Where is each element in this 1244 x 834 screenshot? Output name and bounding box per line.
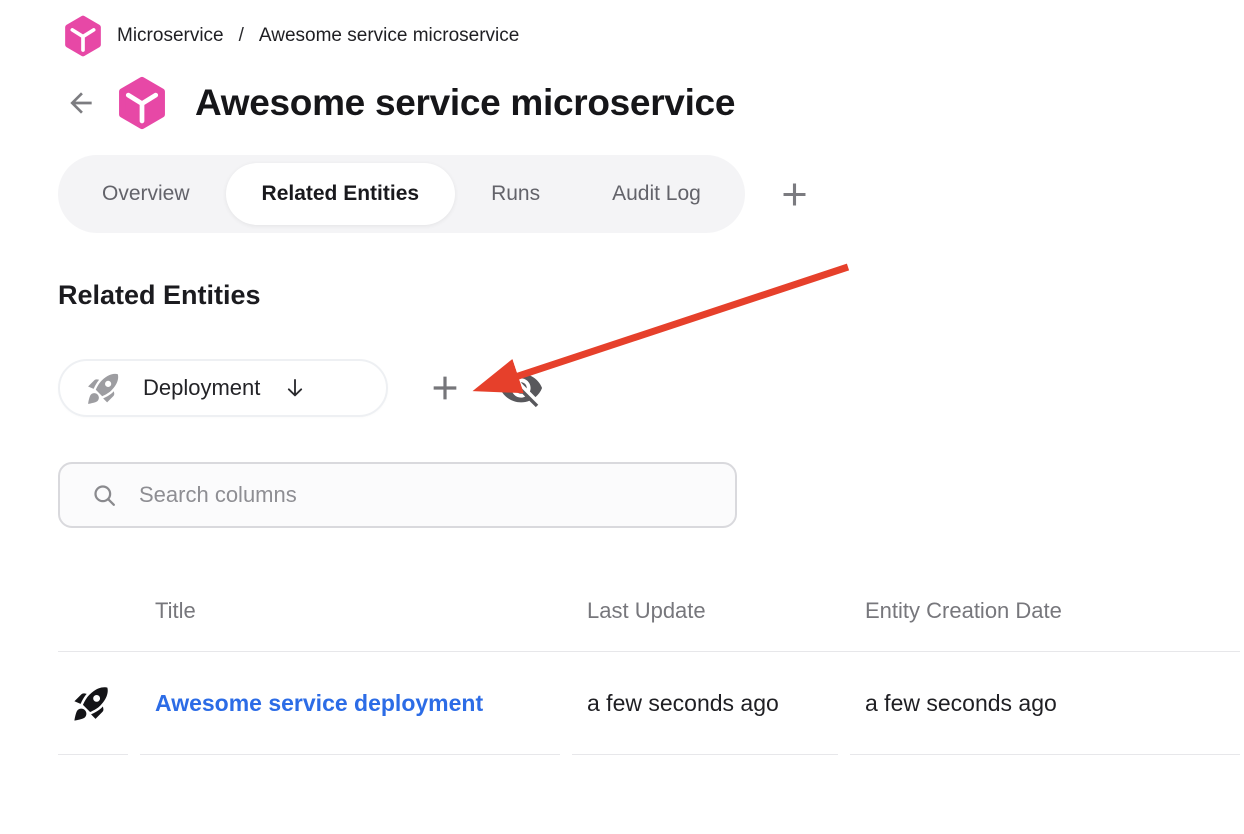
tab-overview[interactable]: Overview [66, 163, 226, 225]
search-columns-input[interactable] [139, 482, 735, 508]
blueprint-filter-label: Deployment [143, 375, 260, 401]
entity-creation-date-value: a few seconds ago [865, 690, 1057, 717]
breadcrumb-item-entity[interactable]: Awesome service microservice [259, 25, 519, 47]
tabs-row: Overview Related Entities Runs Audit Log [58, 155, 813, 233]
row-entity-creation-date-cell: a few seconds ago [850, 652, 1240, 755]
table-row[interactable]: Awesome service deployment a few seconds… [58, 652, 1240, 755]
column-header-entity-creation-date[interactable]: Entity Creation Date [850, 598, 1240, 624]
blueprint-filter-dropdown[interactable]: Deployment [58, 359, 388, 417]
row-icon-cell [58, 652, 128, 755]
search-columns-box [58, 462, 737, 528]
back-button[interactable] [64, 86, 98, 120]
tab-bar: Overview Related Entities Runs Audit Log [58, 155, 745, 233]
page-header: Awesome service microservice [64, 76, 735, 130]
tab-audit-log[interactable]: Audit Log [576, 163, 737, 225]
entity-page: Microservice / Awesome service microserv… [0, 0, 1244, 834]
page-title: Awesome service microservice [195, 82, 735, 124]
eye-off-icon [498, 365, 544, 411]
related-entities-toolbar: Deployment [58, 359, 544, 417]
rocket-icon [85, 370, 122, 407]
search-icon [91, 482, 118, 509]
arrow-down-icon [282, 375, 308, 401]
row-last-update-cell: a few seconds ago [572, 652, 838, 755]
cube-icon [115, 76, 169, 130]
cube-icon [62, 15, 104, 57]
column-header-title[interactable]: Title [140, 598, 560, 624]
arrow-left-icon [65, 87, 97, 119]
section-title: Related Entities [58, 280, 261, 311]
rocket-icon [71, 683, 112, 724]
add-related-entity-button[interactable] [428, 371, 462, 405]
breadcrumb: Microservice / Awesome service microserv… [62, 15, 519, 57]
breadcrumb-separator: / [237, 25, 246, 47]
hide-empty-columns-toggle[interactable] [498, 365, 544, 411]
tab-runs[interactable]: Runs [455, 163, 576, 225]
entity-link[interactable]: Awesome service deployment [155, 690, 483, 717]
tab-related-entities[interactable]: Related Entities [226, 163, 456, 225]
add-tab-button[interactable] [777, 176, 813, 212]
breadcrumb-item-blueprint[interactable]: Microservice [117, 25, 224, 47]
last-update-value: a few seconds ago [587, 690, 779, 717]
table-header-row: Title Last Update Entity Creation Date [58, 570, 1240, 652]
plus-icon [779, 179, 810, 210]
related-entities-table: Title Last Update Entity Creation Date A… [58, 570, 1240, 755]
row-title-cell: Awesome service deployment [140, 652, 560, 755]
column-header-last-update[interactable]: Last Update [572, 598, 838, 624]
plus-icon [429, 372, 461, 404]
